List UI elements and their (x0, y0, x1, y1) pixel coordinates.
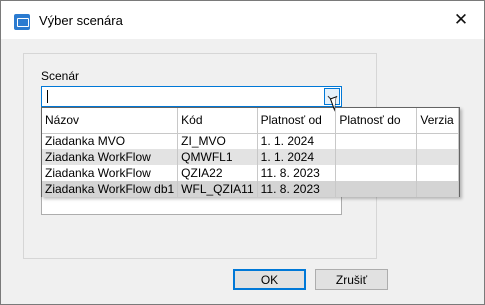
cell-version (416, 165, 459, 181)
cell-code: QMWFL1 (177, 149, 258, 165)
scenario-combo[interactable] (41, 86, 342, 107)
column-header-name[interactable]: Názov (42, 108, 179, 134)
scenario-dropdown[interactable]: Názov Kód Platnosť od Platnosť do Verzia… (41, 107, 460, 197)
cell-valid-to (335, 181, 418, 197)
cancel-button[interactable]: Zrušiť (315, 269, 388, 290)
table-row[interactable]: Ziadanka WorkFlow db1 WFL_QZIA11 11. 8. … (42, 181, 459, 197)
column-header-valid-to[interactable]: Platnosť do (335, 108, 418, 134)
scenario-grid: Názov Kód Platnosť od Platnosť do Verzia… (42, 108, 459, 197)
table-row[interactable]: Ziadanka WorkFlow QZIA22 11. 8. 2023 (42, 165, 459, 181)
cell-version (416, 133, 459, 149)
cell-version (416, 149, 459, 165)
cell-name: Ziadanka WorkFlow (42, 165, 179, 181)
column-header-valid-from[interactable]: Platnosť od (257, 108, 337, 134)
grid-header-row: Názov Kód Platnosť od Platnosť do Verzia (42, 108, 459, 134)
cell-name: Ziadanka WorkFlow (42, 149, 179, 165)
column-header-version[interactable]: Verzia (416, 108, 459, 134)
table-row[interactable]: Ziadanka WorkFlow QMWFL1 1. 1. 2024 (42, 149, 459, 165)
column-header-code[interactable]: Kód (177, 108, 258, 134)
cell-valid-from: 1. 1. 2024 (257, 133, 337, 149)
window-app-icon (14, 14, 30, 30)
table-row[interactable]: Ziadanka MVO ZI_MVO 1. 1. 2024 (42, 133, 459, 149)
cell-valid-from: 11. 8. 2023 (257, 165, 337, 181)
text-caret (47, 90, 48, 103)
cell-name: Ziadanka MVO (42, 133, 179, 149)
close-icon: ✕ (453, 10, 469, 30)
cell-valid-to (335, 133, 418, 149)
cell-name: Ziadanka WorkFlow db1 (42, 181, 179, 197)
cell-valid-to (335, 165, 418, 181)
window-title: Výber scenára (39, 13, 123, 28)
cell-version (416, 181, 459, 197)
scenario-label: Scenár (41, 69, 80, 83)
cell-valid-from: 1. 1. 2024 (257, 149, 337, 165)
cell-code: ZI_MVO (177, 133, 258, 149)
cell-code: QZIA22 (177, 165, 258, 181)
title-bar[interactable]: Výber scenára ✕ (1, 1, 484, 39)
cell-valid-to (335, 149, 418, 165)
dialog-window: Výber scenára ✕ Scenár Názov Kód Platnos… (0, 0, 485, 305)
cell-valid-from: 11. 8. 2023 (257, 181, 337, 197)
cell-code: WFL_QZIA11 (177, 181, 258, 197)
ok-button[interactable]: OK (233, 269, 306, 290)
close-button[interactable]: ✕ (438, 1, 484, 39)
